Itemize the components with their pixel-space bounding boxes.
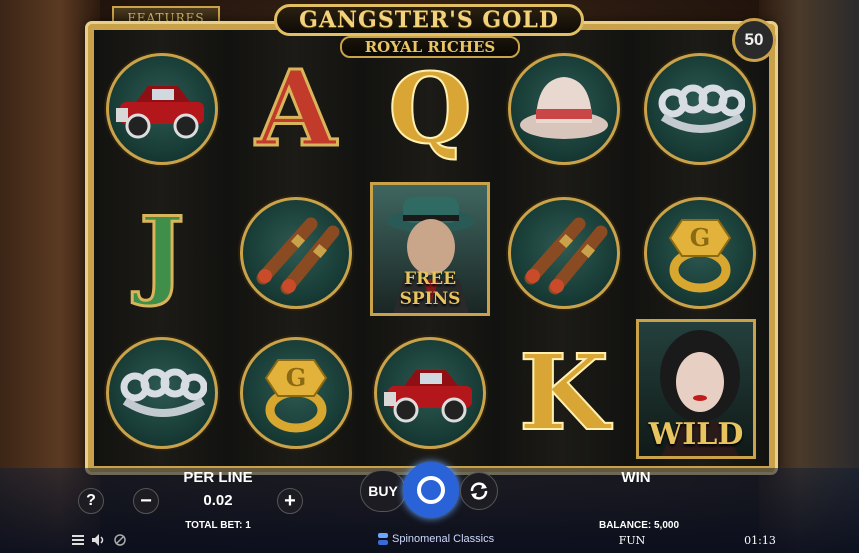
per-line-label: PER LINE <box>183 469 253 486</box>
symbol-cigars <box>504 190 624 316</box>
menu-icon[interactable] <box>72 534 84 546</box>
win-label: WIN <box>621 469 651 486</box>
spin-icon <box>417 476 445 504</box>
symbol-car <box>370 330 490 456</box>
mode-label: FUN <box>618 534 646 547</box>
buy-button[interactable]: BUY <box>360 470 406 512</box>
cigars-icon <box>256 217 340 295</box>
symbol-gold-ring: G <box>640 190 760 316</box>
info-button[interactable]: ? <box>78 488 104 514</box>
free-spins-label: FREE SPINS <box>399 269 461 309</box>
gold-ring-icon: G <box>264 359 328 433</box>
symbol-letter-k: K <box>504 330 624 456</box>
symbol-brass-knuckles <box>102 330 222 456</box>
symbol-gold-ring: G <box>236 330 356 456</box>
game-title: GANGSTER'S GOLD <box>274 4 584 36</box>
wild-label: WILD <box>648 417 744 452</box>
symbol-cigars <box>236 190 356 316</box>
symbol-wild: WILD <box>636 319 756 459</box>
decrease-bet-button[interactable]: − <box>133 488 159 514</box>
settings-icons <box>72 534 126 546</box>
letter-k: K <box>518 331 610 454</box>
per-line-value: 0.02 <box>203 492 233 509</box>
svg-text:G: G <box>690 223 711 252</box>
symbol-fedora-hat <box>504 46 624 172</box>
symbol-letter-j: J <box>102 190 222 316</box>
cigars-icon <box>524 217 608 295</box>
turbo-icon[interactable] <box>114 534 126 546</box>
provider-icon <box>378 533 388 545</box>
car-icon <box>116 86 204 139</box>
gold-ring-icon: G <box>668 219 732 293</box>
symbol-free-spins: FREE SPINS <box>370 182 490 316</box>
svg-text:G: G <box>286 363 307 392</box>
features-label: FEATURES <box>127 11 205 25</box>
reels-frame: J A G Q FREE SPINS K G WILD <box>88 24 775 472</box>
clock-time: 01:13 <box>744 534 776 547</box>
symbol-letter-q: Q <box>370 46 490 172</box>
car-icon <box>384 370 472 423</box>
symbol-letter-a: A <box>236 46 356 172</box>
provider-name: Spinomenal Classics <box>392 533 495 545</box>
brass-knuckles-icon <box>120 368 207 417</box>
symbol-brass-knuckles <box>640 46 760 172</box>
letter-a: A <box>254 47 338 170</box>
game-subtitle: ROYAL RICHES <box>340 36 520 58</box>
letter-q: Q <box>387 52 473 165</box>
autoplay-button[interactable] <box>460 472 498 510</box>
balance-label: BALANCE: 5,000 <box>598 520 680 531</box>
autoplay-icon <box>470 482 488 500</box>
spin-button[interactable] <box>403 462 459 518</box>
sound-icon[interactable] <box>92 534 106 546</box>
letter-j: J <box>138 196 186 309</box>
symbol-car <box>102 46 222 172</box>
fedora-hat-icon <box>520 77 608 139</box>
total-bet-label: TOTAL BET: 1 <box>185 520 251 531</box>
lines-count-badge: 50 <box>732 18 776 62</box>
brass-knuckles-icon <box>658 84 745 133</box>
increase-bet-button[interactable]: + <box>277 488 303 514</box>
provider-logo: Spinomenal Classics <box>378 533 494 545</box>
